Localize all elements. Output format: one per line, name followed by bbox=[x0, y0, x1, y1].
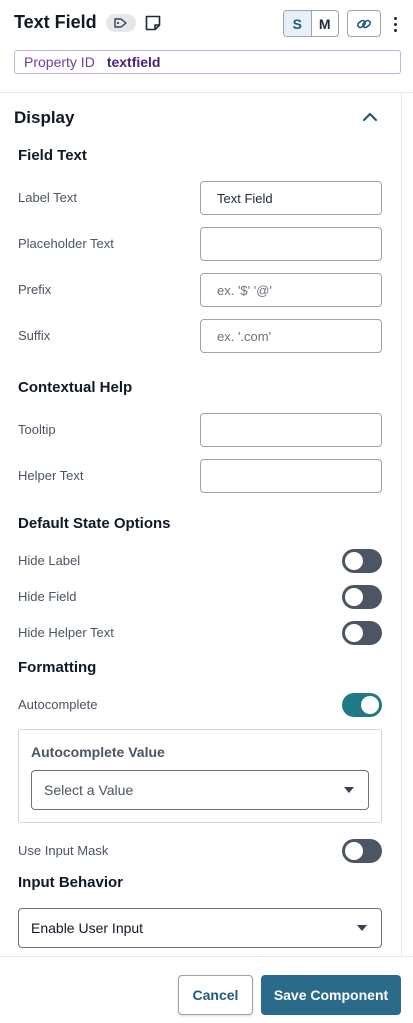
autocomplete-value-select[interactable]: Select a Value bbox=[31, 770, 369, 810]
hide-label-toggle[interactable] bbox=[342, 549, 382, 573]
placeholder-text-label: Placeholder Text bbox=[18, 236, 114, 251]
formatting-heading: Formatting bbox=[18, 659, 97, 676]
autocomplete-toggle[interactable] bbox=[342, 693, 382, 717]
component-title: Text Field bbox=[14, 12, 97, 32]
helper-text-label: Helper Text bbox=[18, 468, 84, 483]
label-text-input[interactable]: Text Field bbox=[200, 181, 382, 215]
more-vertical-icon[interactable] bbox=[388, 12, 402, 36]
suffix-label: Suffix bbox=[18, 328, 51, 343]
hide-helper-text-toggle[interactable] bbox=[342, 621, 382, 645]
chevron-up-icon[interactable] bbox=[361, 110, 379, 124]
toggle-knob bbox=[345, 552, 363, 570]
hide-label-label: Hide Label bbox=[18, 553, 81, 568]
contextual-help-heading: Contextual Help bbox=[18, 379, 133, 396]
tooltip-input[interactable] bbox=[200, 413, 382, 447]
link-button[interactable] bbox=[347, 10, 381, 37]
toggle-knob bbox=[361, 696, 379, 714]
size-toggle[interactable]: S M bbox=[283, 10, 339, 37]
property-id-label: Property ID bbox=[24, 54, 95, 70]
scrollbar-track[interactable] bbox=[401, 93, 402, 956]
size-option-s[interactable]: S bbox=[284, 11, 312, 36]
save-component-button[interactable]: Save Component bbox=[261, 975, 401, 1015]
prefix-label: Prefix bbox=[18, 282, 52, 297]
size-option-m[interactable]: M bbox=[312, 11, 339, 36]
input-behavior-select[interactable]: Enable User Input bbox=[18, 908, 382, 948]
note-icon[interactable] bbox=[144, 14, 162, 32]
suffix-input[interactable]: ex. '.com' bbox=[200, 319, 382, 353]
property-id-value: textfield bbox=[106, 54, 161, 70]
input-behavior-heading: Input Behavior bbox=[18, 874, 124, 891]
autocomplete-value-heading: Autocomplete Value bbox=[31, 744, 165, 760]
placeholder-text-input[interactable] bbox=[200, 227, 382, 261]
autocomplete-label: Autocomplete bbox=[18, 697, 98, 712]
tooltip-label: Tooltip bbox=[18, 422, 56, 437]
helper-text-input[interactable] bbox=[200, 459, 382, 493]
field-text-heading: Field Text bbox=[18, 147, 87, 164]
hide-field-label: Hide Field bbox=[18, 589, 77, 604]
cancel-button[interactable]: Cancel bbox=[178, 975, 253, 1015]
link-icon bbox=[357, 19, 371, 28]
autocomplete-value-panel: Autocomplete Value Select a Value bbox=[18, 729, 382, 823]
input-behavior-value: Enable User Input bbox=[31, 920, 144, 936]
toggle-knob bbox=[345, 588, 363, 606]
tag-icon bbox=[114, 18, 127, 28]
toggle-knob bbox=[345, 624, 363, 642]
toggle-knob bbox=[345, 842, 363, 860]
autocomplete-value-placeholder: Select a Value bbox=[44, 782, 134, 798]
hide-field-toggle[interactable] bbox=[342, 585, 382, 609]
prefix-input[interactable]: ex. '$' '@' bbox=[200, 273, 382, 307]
hide-helper-text-label: Hide Helper Text bbox=[18, 625, 114, 640]
label-text-label: Label Text bbox=[18, 190, 78, 205]
use-input-mask-label: Use Input Mask bbox=[18, 843, 109, 858]
default-state-heading: Default State Options bbox=[18, 515, 171, 532]
caret-down-icon bbox=[344, 787, 354, 793]
use-input-mask-toggle[interactable] bbox=[342, 839, 382, 863]
section-title-display[interactable]: Display bbox=[14, 108, 74, 128]
property-id-field[interactable]: Property ID textfield bbox=[14, 50, 401, 74]
caret-down-icon bbox=[357, 925, 367, 931]
panel-header: Text Field S M Property ID textfield bbox=[0, 0, 413, 93]
tag-button[interactable] bbox=[106, 14, 136, 32]
panel-footer: Cancel Save Component bbox=[0, 956, 413, 1023]
